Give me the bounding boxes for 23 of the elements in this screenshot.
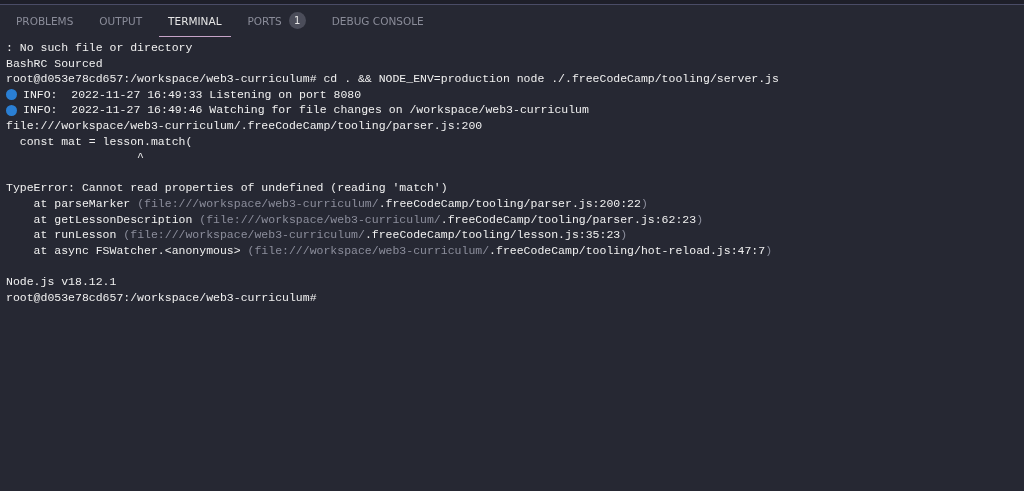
terminal-line: at getLessonDescription (file:///workspace/web3-curriculum/.freeCodeCamp/tooling/parser.js:62:23) [32, 211, 704, 228]
terminal-line: ^ [136, 149, 145, 165]
terminal-line: INFO: 2022-11-27 16:49:33 Listening on port 8080 [23, 86, 362, 103]
info-dot-icon [6, 89, 17, 101]
terminal-line: BashRC Sourced [6, 55, 103, 72]
count-badge: 1 [288, 12, 306, 29]
panel-tab[interactable]: TERMINAL [159, 5, 231, 37]
terminal-line: root@d053e78cd657:/workspace/web3-curriculum# [6, 289, 317, 306]
terminal-line: const mat = lesson.match( [18, 133, 193, 150]
terminal-line: at parseMarker (file:///workspace/web3-curriculum/.freeCodeCamp/tooling/parser.js:200:22) [32, 195, 648, 212]
terminal-line: root@d053e78cd657:/workspace/web3-curriculum# cd . && NODE_ENV=production node ./.freeCodeCamp/tooling/server.js [6, 71, 779, 87]
panel-tab[interactable]: DEBUG CONSOLE [322, 5, 433, 37]
terminal-line: file:///workspace/web3-curriculum/.freeCodeCamp/tooling/parser.js:200 [6, 117, 483, 134]
terminal-line: Node.js v18.12.1 [6, 273, 117, 290]
terminal-line: at async FSWatcher.<anonymous> (file:///workspace/web3-curriculum/.freeCodeCamp/tooling/hot-reload.js:47:7) [32, 242, 773, 259]
terminal-line: : No such file or directory [6, 40, 193, 56]
panel-tab[interactable]: OUTPUT [90, 5, 152, 37]
terminal-line: INFO: 2022-11-27 16:49:46 Watching for file changes on /workspace/web3-curriculum [23, 102, 589, 118]
panel-tab[interactable]: PROBLEMS [7, 5, 83, 37]
terminal-line: TypeError: Cannot read properties of undefined (reading 'match') [6, 180, 448, 196]
terminal-line: at runLesson (file:///workspace/web3-curriculum/.freeCodeCamp/tooling/lesson.js:35:23) [32, 227, 628, 243]
panel-tab[interactable]: PORTS 1 [238, 5, 315, 37]
info-dot-icon [6, 104, 17, 116]
